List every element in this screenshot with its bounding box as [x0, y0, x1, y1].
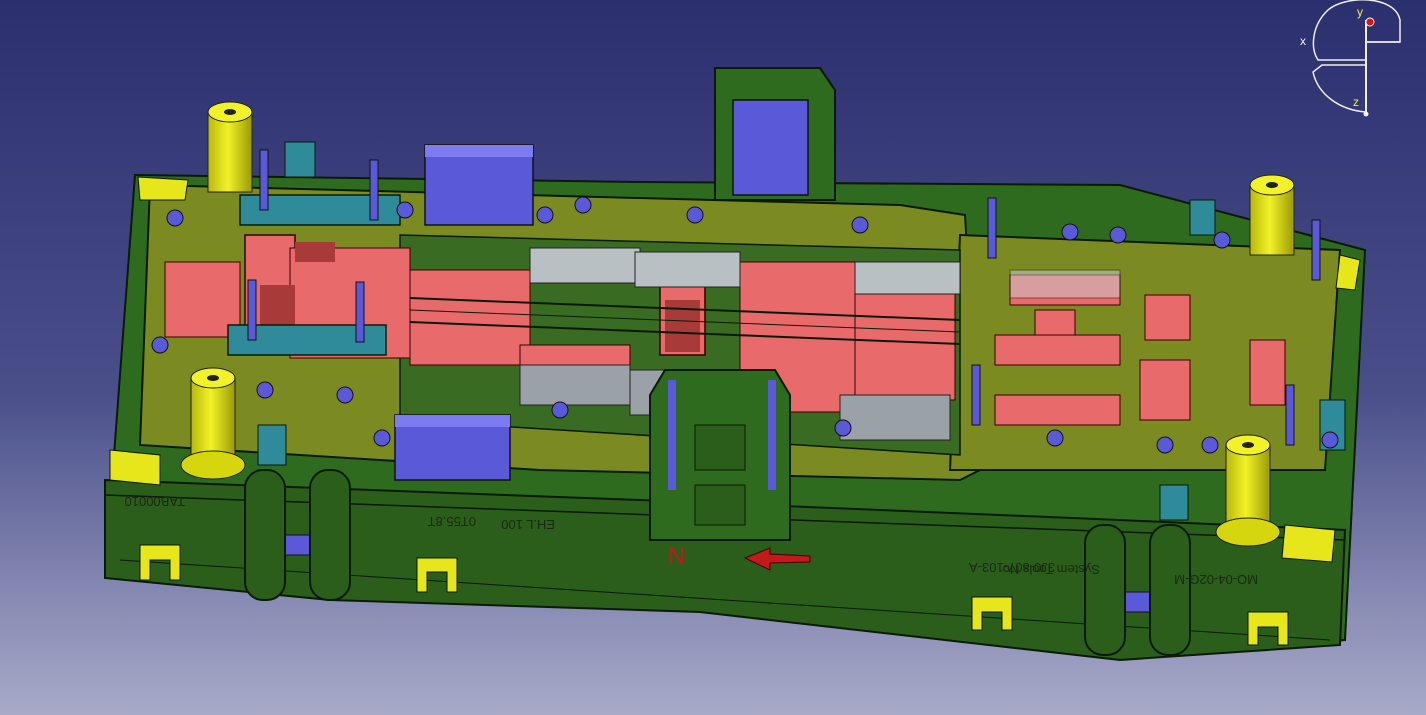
front-label-right: MO-04-02G-M: [1174, 572, 1258, 587]
front-label-weight: 0T55.8T: [428, 514, 476, 529]
front-label-maker: System Tools No: [1003, 562, 1100, 577]
compass-axis-z: z: [1353, 95, 1359, 109]
top-center-bracket: [714, 67, 836, 201]
compass-handle-icon[interactable]: [1365, 17, 1375, 27]
compass-axis-y: y: [1357, 5, 1363, 19]
view-compass[interactable]: x y z: [1300, 0, 1410, 120]
front-label-code: EH.L 100: [501, 517, 555, 532]
cad-model-canvas[interactable]: TAB00010 0T55.8T EH.L 100 N 3J0-807-103-…: [0, 0, 1426, 715]
cad-3d-viewport[interactable]: TAB00010 0T55.8T EH.L 100 N 3J0-807-103-…: [0, 0, 1426, 715]
front-label-left: TAB00010: [125, 494, 185, 509]
compass-axis-x: x: [1300, 34, 1306, 48]
bottom-center-bracket: [649, 369, 791, 541]
front-label-direction: N: [668, 541, 685, 568]
